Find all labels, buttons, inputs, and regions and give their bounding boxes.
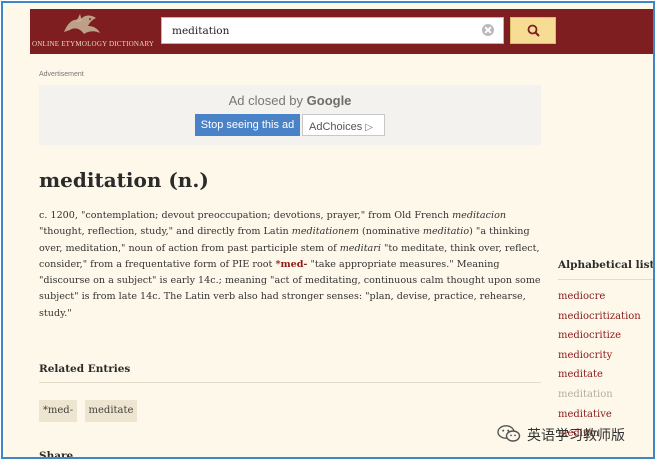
definition-text: (nominative [358,226,423,238]
alphabetical-list: mediocre mediocritization mediocritize m… [558,287,641,444]
watermark-text: 英语学习教师版 [527,428,625,444]
related-tag-meditate[interactable]: meditate [85,400,137,422]
site-logo[interactable]: ONLINE ETYMOLOGY DICTIONARY [30,9,154,54]
alpha-item-mediocre[interactable]: mediocre [558,287,641,307]
entry-definition: c. 1200, "contemplation; devout preoccup… [39,208,543,322]
search-input[interactable] [172,22,472,39]
related-entries-heading: Related Entries [39,363,131,375]
definition-italic-term: meditatio [422,226,470,238]
ad-closed-message: Ad closed by Google [39,93,541,108]
adchoices-label: AdChoices [309,120,363,133]
adchoices-button[interactable]: AdChoices ▷ [302,114,385,136]
definition-italic-term: meditacion [452,210,507,221]
advertisement-label: Advertisement [39,71,84,78]
google-brand: Google [306,93,352,108]
alpha-item-mediocrity[interactable]: mediocrity [558,346,641,366]
wechat-icon [497,425,521,442]
search-box [161,17,504,44]
logo-wordmark: ONLINE ETYMOLOGY DICTIONARY [32,40,155,48]
divider [39,382,541,383]
alpha-item-mediocritize[interactable]: mediocritize [558,326,641,346]
alpha-item-meditative[interactable]: meditative [558,405,641,425]
definition-text: c. 1200, "contemplation; devout preoccup… [39,210,453,221]
stop-seeing-ad-button[interactable]: Stop seeing this ad [195,114,300,136]
ad-slot: Ad closed by Google Stop seeing this ad … [39,85,541,145]
definition-italic-term: meditari [339,242,381,254]
definition-root-link[interactable]: *med- [275,259,307,270]
alpha-item-meditate[interactable]: meditate [558,365,641,385]
entry-title: meditation (n.) [39,168,209,192]
search-button[interactable] [510,17,556,44]
dragon-emblem-icon [64,14,100,34]
related-tag-med[interactable]: *med- [39,400,77,422]
page-frame: ONLINE ETYMOLOGY DICTIONARY Advertisemen… [1,1,655,459]
share-heading: Share [39,450,74,459]
definition-text: "thought, reflection, study," and direct… [39,226,292,238]
alpha-item-meditation-current: meditation [558,388,613,400]
site-header: ONLINE ETYMOLOGY DICTIONARY [30,9,653,54]
definition-italic-term: meditationem [291,226,359,238]
divider [558,279,653,280]
ad-closed-prefix: Ad closed by [228,93,304,108]
magnifier-icon [527,24,540,37]
clear-circle-icon[interactable] [482,24,494,36]
alpha-item-mediocritization[interactable]: mediocritization [558,307,641,327]
alphabetical-list-heading: Alphabetical list [558,259,655,271]
adchoices-icon: ▷ [365,121,373,133]
